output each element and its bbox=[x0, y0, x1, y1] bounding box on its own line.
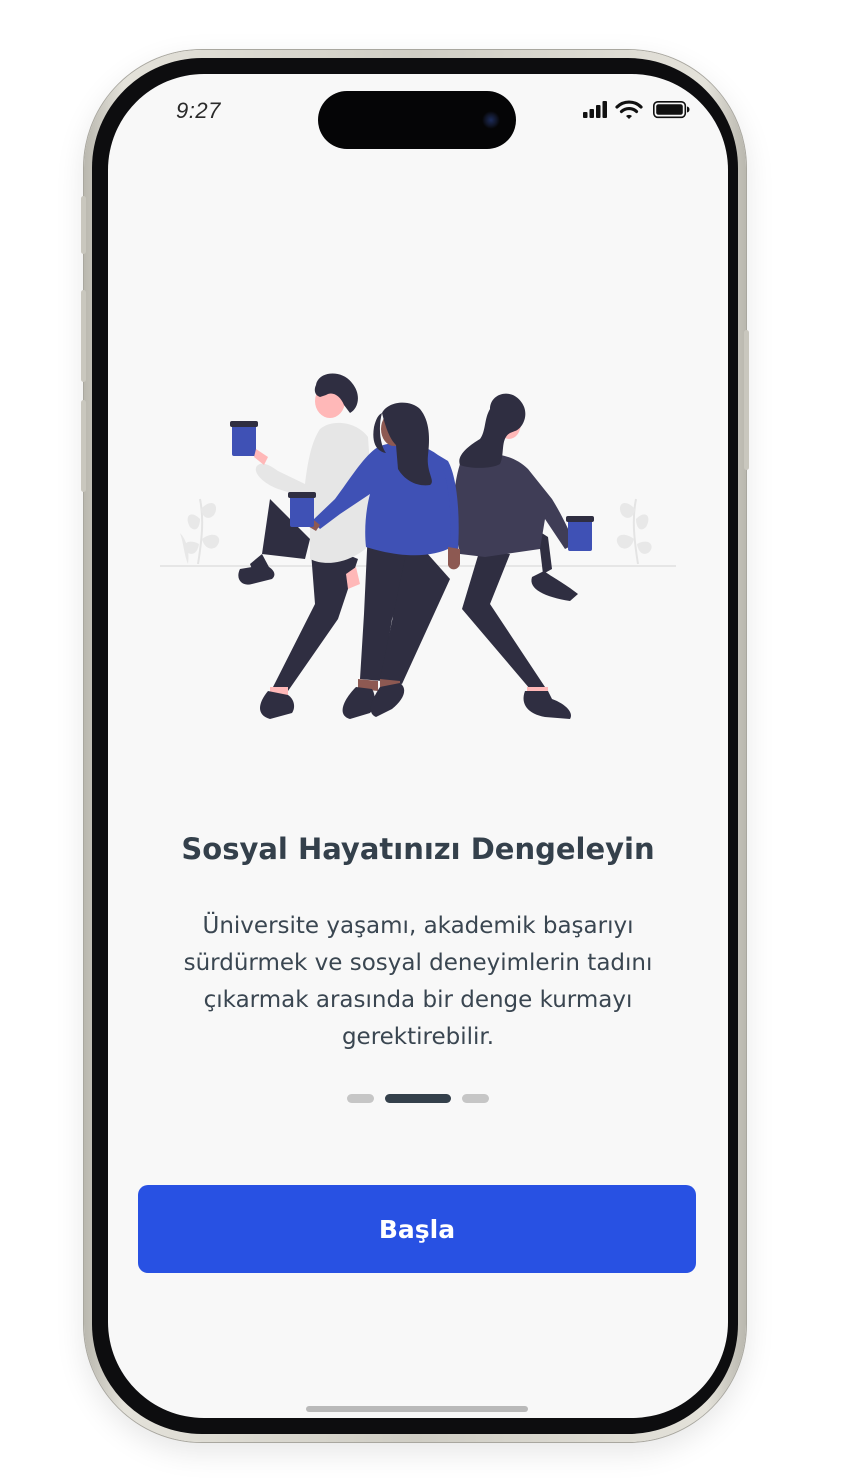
status-icons bbox=[583, 100, 690, 119]
wifi-icon bbox=[615, 100, 643, 119]
left-plant-icon bbox=[180, 498, 220, 565]
dynamic-island bbox=[318, 91, 516, 149]
camera-icon bbox=[482, 111, 500, 129]
person-right bbox=[454, 393, 594, 719]
signal-icon bbox=[583, 101, 607, 118]
person-left bbox=[230, 373, 375, 719]
right-plant-icon bbox=[616, 498, 652, 565]
onboarding-title: Sosyal Hayatınızı Dengeleyin bbox=[181, 832, 655, 866]
people-socializing-illustration bbox=[160, 373, 676, 719]
page-dot-1[interactable] bbox=[347, 1094, 374, 1103]
status-time: 9:27 bbox=[176, 98, 221, 123]
side-button-volume-down bbox=[81, 400, 86, 492]
phone-screen: 9:27 Sosyal Hayatınızı Dengeleyin Üniver… bbox=[108, 74, 728, 1418]
page-dot-2-active[interactable] bbox=[385, 1094, 451, 1103]
page-dot-3[interactable] bbox=[462, 1094, 489, 1103]
battery-icon bbox=[653, 101, 690, 119]
onboarding-description: Üniversite yaşamı, akademik başarıyı sür… bbox=[183, 913, 653, 1050]
side-button-action bbox=[81, 196, 86, 254]
side-button-power bbox=[744, 330, 749, 470]
home-indicator[interactable] bbox=[306, 1406, 528, 1412]
start-button[interactable]: Başla bbox=[138, 1185, 696, 1273]
side-button-volume-up bbox=[81, 290, 86, 382]
